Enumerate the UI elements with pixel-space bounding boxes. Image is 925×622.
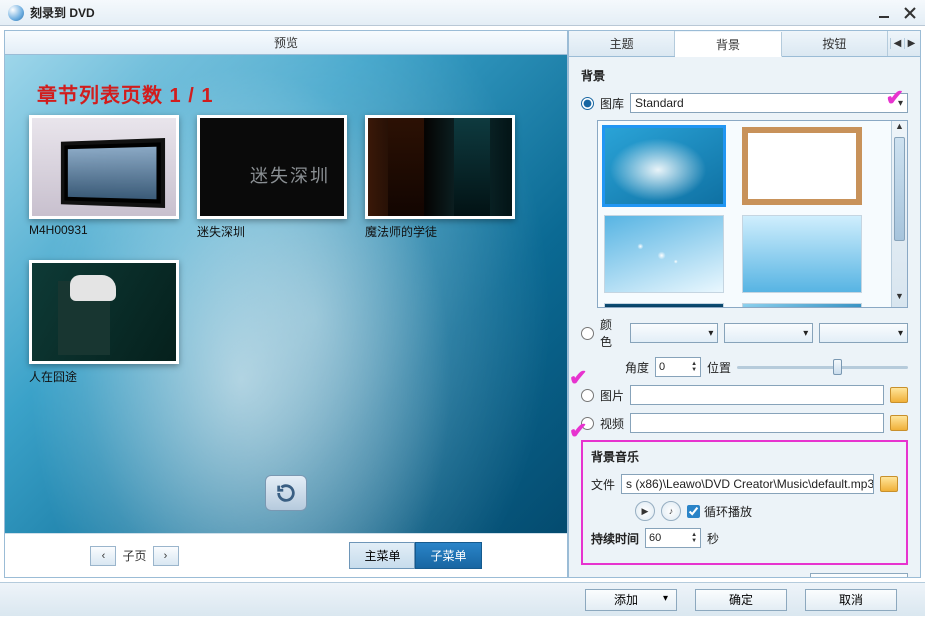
- loop-label: 循环播放: [704, 503, 752, 520]
- chapter-thumb[interactable]: 迷失深圳 迷失深圳: [197, 115, 347, 240]
- settings-pane: 主题 背景 按钮 ◀▶ ✔ ✔ ✔ 背景 图库 Standard: [568, 30, 921, 578]
- add-button[interactable]: 添加: [585, 589, 677, 611]
- window-title: 刻录到 DVD: [30, 4, 877, 21]
- video-radio[interactable]: [581, 417, 594, 430]
- angle-spinner[interactable]: 0▲▼: [655, 357, 701, 377]
- duration-label: 持续时间: [591, 530, 639, 547]
- menu-toggle: 主菜单 子菜单: [349, 542, 481, 569]
- background-section-title: 背景: [581, 67, 908, 84]
- next-subpage-button[interactable]: ›: [153, 546, 179, 566]
- color-picker-1[interactable]: [630, 323, 719, 343]
- background-item[interactable]: [742, 127, 862, 205]
- title-bar: 刻录到 DVD: [0, 0, 925, 26]
- subpage-pager: ‹ 子页 ›: [90, 546, 178, 566]
- chapter-thumb[interactable]: 人在囧途: [29, 260, 179, 385]
- browse-image-button[interactable]: [890, 387, 908, 403]
- background-item[interactable]: [604, 303, 724, 307]
- background-item[interactable]: [604, 215, 724, 293]
- image-path-field[interactable]: [630, 385, 884, 405]
- loop-checkbox[interactable]: [687, 505, 700, 518]
- tab-theme[interactable]: 主题: [569, 31, 675, 56]
- chapter-label: 人在囧途: [29, 368, 179, 385]
- sub-menu-tab[interactable]: 子菜单: [415, 542, 481, 569]
- chapter-label: 迷失深圳: [197, 223, 347, 240]
- chapter-title: 章节列表页数 1 / 1: [37, 79, 213, 108]
- minimize-button[interactable]: [877, 6, 891, 20]
- tab-scroll-right[interactable]: ▶: [904, 38, 918, 49]
- dialog-footer: 添加 确定 取消: [0, 582, 925, 616]
- background-item[interactable]: [742, 215, 862, 293]
- video-path-field[interactable]: [630, 413, 884, 433]
- gallery-select[interactable]: Standard: [630, 93, 908, 113]
- chapter-thumb[interactable]: M4H00931: [29, 115, 179, 240]
- image-radio-label: 图片: [600, 387, 624, 404]
- prev-subpage-button[interactable]: ‹: [90, 546, 116, 566]
- seconds-label: 秒: [707, 530, 719, 547]
- chapter-label: M4H00931: [29, 223, 179, 237]
- cancel-button[interactable]: 取消: [805, 589, 897, 611]
- music-note-button[interactable]: ♪: [661, 501, 681, 521]
- color-radio-label: 颜色: [600, 316, 624, 350]
- background-item[interactable]: [742, 303, 862, 307]
- background-music-group: 背景音乐 文件 s (x86)\Leawo\DVD Creator\Music\…: [581, 440, 908, 565]
- color-picker-2[interactable]: [724, 323, 813, 343]
- angle-label: 角度: [625, 359, 649, 376]
- chapter-thumb[interactable]: 魔法师的学徒: [365, 115, 515, 240]
- gallery-radio-label: 图库: [600, 95, 624, 112]
- preview-canvas: 章节列表页数 1 / 1 M4H00931 迷失深圳 迷失深圳 魔法师的学徒 人…: [5, 55, 567, 533]
- color-radio[interactable]: [581, 327, 594, 340]
- position-slider[interactable]: [737, 358, 908, 376]
- gallery-box: ▲▼: [597, 120, 908, 308]
- gallery-scrollbar[interactable]: ▲▼: [891, 121, 907, 307]
- app-icon: [8, 5, 24, 21]
- video-radio-label: 视频: [600, 415, 624, 432]
- background-item[interactable]: [604, 127, 724, 205]
- image-radio[interactable]: [581, 389, 594, 402]
- preview-pane: 预览 章节列表页数 1 / 1 M4H00931 迷失深圳 迷失深圳 魔法师的学…: [4, 30, 568, 578]
- music-file-field[interactable]: s (x86)\Leawo\DVD Creator\Music\default.…: [621, 474, 874, 494]
- gallery-radio[interactable]: [581, 97, 594, 110]
- tab-scroll-left[interactable]: ◀: [890, 38, 904, 49]
- browse-music-button[interactable]: [880, 476, 898, 492]
- main-menu-tab[interactable]: 主菜单: [349, 542, 415, 569]
- chapter-label: 魔法师的学徒: [365, 223, 515, 240]
- close-button[interactable]: [903, 6, 917, 20]
- duration-spinner[interactable]: 60▲▼: [645, 528, 701, 548]
- color-picker-3[interactable]: [819, 323, 908, 343]
- music-section-title: 背景音乐: [591, 448, 898, 465]
- preview-tab[interactable]: 预览: [5, 31, 567, 55]
- apply-all-button[interactable]: 应用于全部: [810, 573, 908, 577]
- position-label: 位置: [707, 359, 731, 376]
- play-button[interactable]: ▶: [635, 501, 655, 521]
- return-button[interactable]: [265, 475, 307, 511]
- browse-video-button[interactable]: [890, 415, 908, 431]
- subpage-label: 子页: [122, 547, 146, 564]
- music-file-label: 文件: [591, 476, 615, 493]
- ok-button[interactable]: 确定: [695, 589, 787, 611]
- tab-button[interactable]: 按钮: [782, 31, 888, 56]
- tab-background[interactable]: 背景: [675, 32, 781, 57]
